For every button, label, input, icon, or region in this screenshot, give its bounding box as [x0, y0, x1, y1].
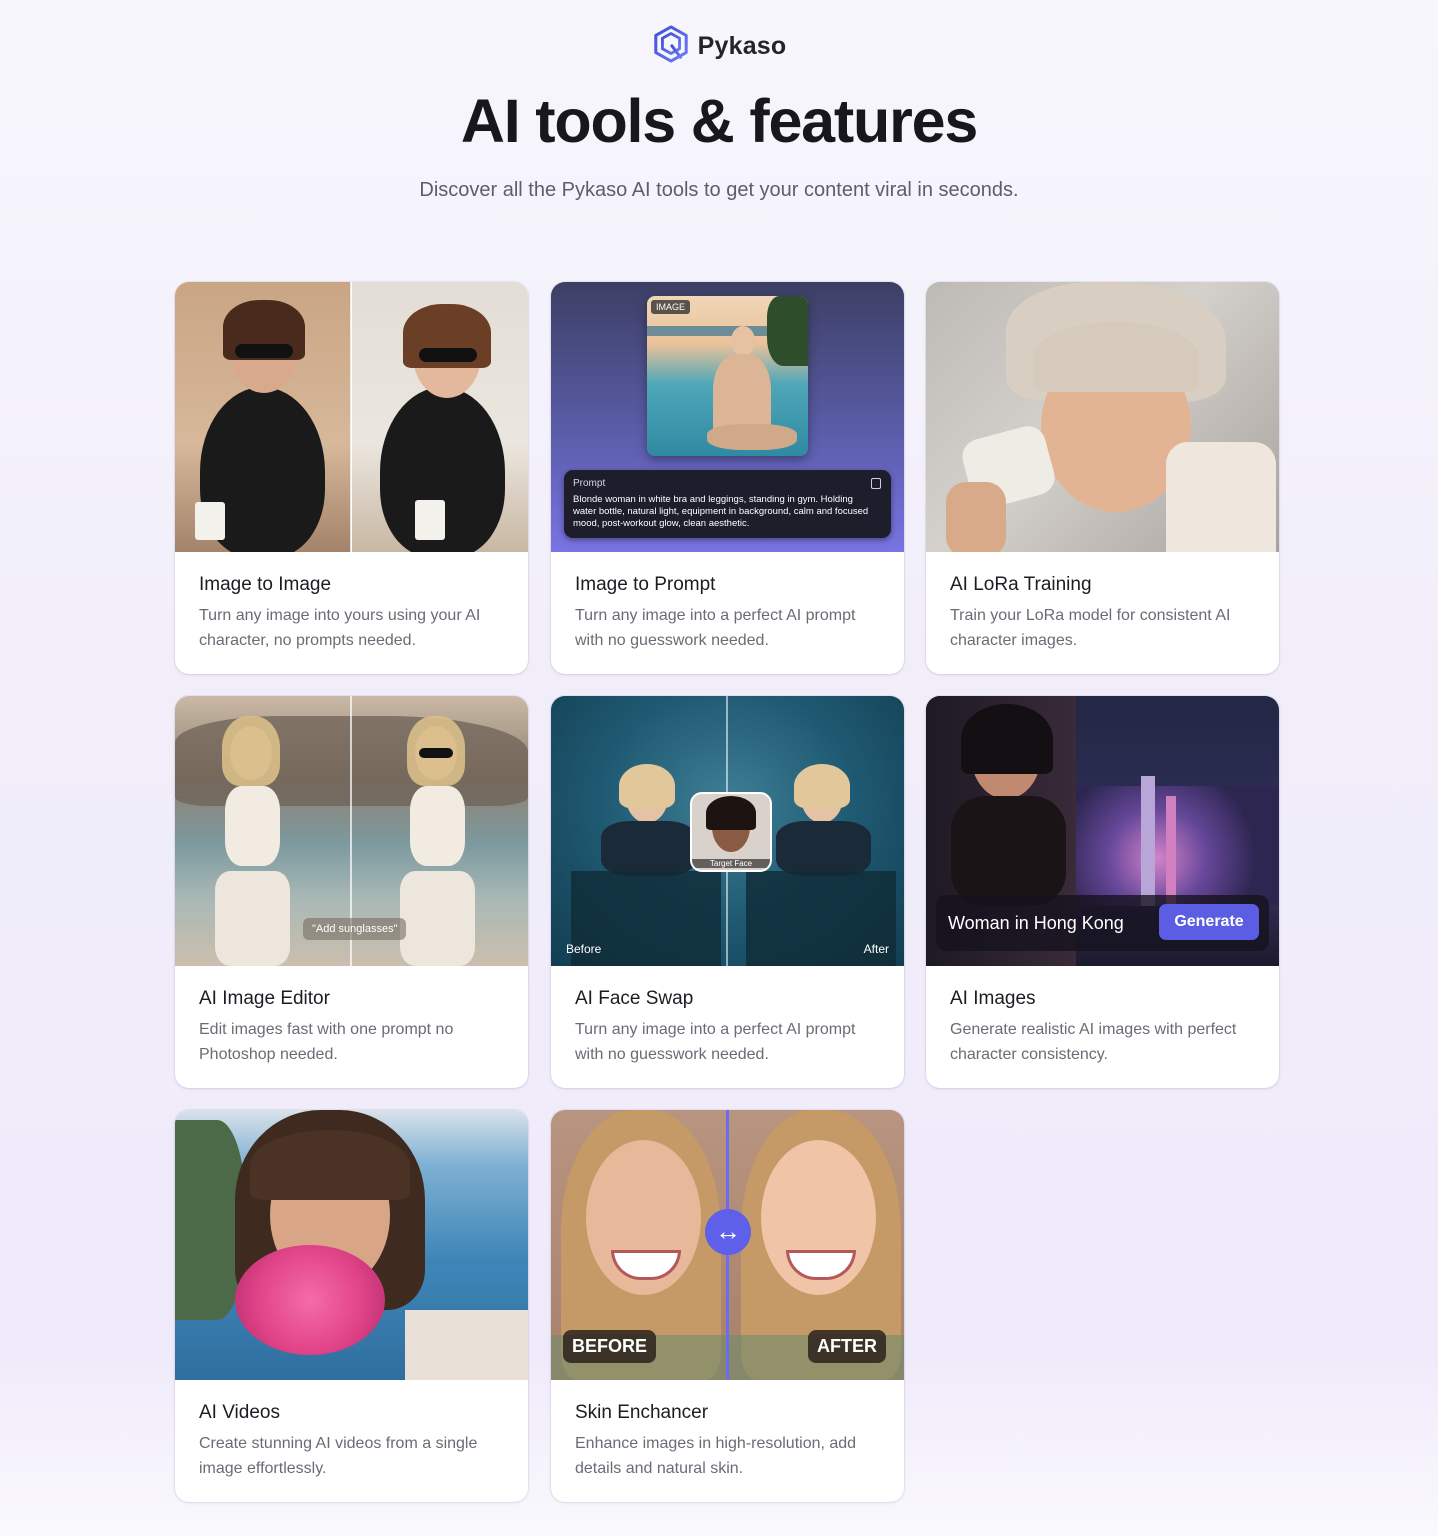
target-face-label: Target Face — [692, 859, 770, 868]
card-title: Image to Prompt — [575, 574, 716, 595]
card-image — [926, 282, 1279, 552]
prompt-input[interactable]: Woman in Hong Kong — [948, 913, 1124, 934]
after-label: After — [863, 942, 889, 956]
card-description: Train your LoRa model for consistent AI … — [950, 607, 1231, 649]
brand-name: Pykaso — [697, 32, 787, 60]
card-title: AI Face Swap — [575, 988, 694, 1009]
card-description: Enhance images in high-resolution, add d… — [575, 1435, 857, 1477]
card-title: Image to Image — [199, 574, 332, 595]
tool-card-ai-videos[interactable]: AI Videos Create stunning AI videos from… — [175, 1110, 528, 1502]
card-image: Woman in Hong Kong Generate — [926, 696, 1279, 966]
card-description: Turn any image into yours using your AI … — [199, 607, 481, 649]
page-subtitle: Discover all the Pykaso AI tools to get … — [419, 179, 1019, 201]
prompt-chip: "Add sunglasses" — [303, 918, 407, 940]
tool-card-ai-face-swap[interactable]: Target Face Before After AI Face Swap Tu… — [551, 696, 904, 1088]
pykaso-logo-icon — [652, 24, 690, 69]
card-image — [175, 282, 528, 552]
double-arrow-icon[interactable]: ↔ — [705, 1209, 751, 1255]
tool-card-image-to-image[interactable]: Image to Image Turn any image into yours… — [175, 282, 528, 674]
prompt-label: Prompt — [573, 478, 606, 489]
card-image: "Add sunglasses" — [175, 696, 528, 966]
brand[interactable]: Pykaso — [0, 24, 1438, 69]
image-tag: IMAGE — [651, 300, 691, 314]
before-label: BEFORE — [563, 1330, 657, 1363]
card-description: Turn any image into a perfect AI prompt … — [575, 607, 856, 649]
card-description: Create stunning AI videos from a single … — [199, 1435, 478, 1477]
card-image: ↔ BEFORE AFTER — [551, 1110, 904, 1380]
tool-card-skin-enchancer[interactable]: ↔ BEFORE AFTER Skin Enchancer Enhance im… — [551, 1110, 904, 1502]
copy-icon[interactable] — [871, 478, 881, 489]
before-label: Before — [566, 942, 602, 956]
card-description: Generate realistic AI images with perfec… — [950, 1021, 1237, 1063]
card-description: Turn any image into a perfect AI prompt … — [575, 1021, 856, 1063]
generate-button[interactable]: Generate — [1159, 904, 1259, 940]
page-title: AI tools & features — [460, 87, 978, 155]
card-title: AI Image Editor — [199, 988, 330, 1009]
prompt-box: Prompt Blonde woman in white bra and leg… — [564, 470, 891, 538]
after-label: AFTER — [808, 1330, 886, 1363]
tool-card-image-to-prompt[interactable]: IMAGE Prompt Blonde woman in white bra a… — [551, 282, 904, 674]
card-title: AI Images — [950, 988, 1036, 1009]
card-title: Skin Enchancer — [575, 1402, 709, 1423]
card-description: Edit images fast with one prompt no Phot… — [199, 1021, 454, 1063]
card-image — [175, 1110, 528, 1380]
tool-card-ai-lora-training[interactable]: AI LoRa Training Train your LoRa model f… — [926, 282, 1279, 674]
target-face: Target Face — [690, 792, 772, 872]
tool-card-ai-image-editor[interactable]: "Add sunglasses" AI Image Editor Edit im… — [175, 696, 528, 1088]
card-title: AI Videos — [199, 1402, 280, 1423]
prompt-text: Blonde woman in white bra and leggings, … — [573, 494, 869, 529]
card-title: AI LoRa Training — [950, 574, 1092, 595]
generate-bar: Woman in Hong Kong Generate — [936, 895, 1269, 951]
card-image: Target Face Before After — [551, 696, 904, 966]
tool-card-ai-images[interactable]: Woman in Hong Kong Generate AI Images Ge… — [926, 696, 1279, 1088]
card-image: IMAGE Prompt Blonde woman in white bra a… — [551, 282, 904, 552]
